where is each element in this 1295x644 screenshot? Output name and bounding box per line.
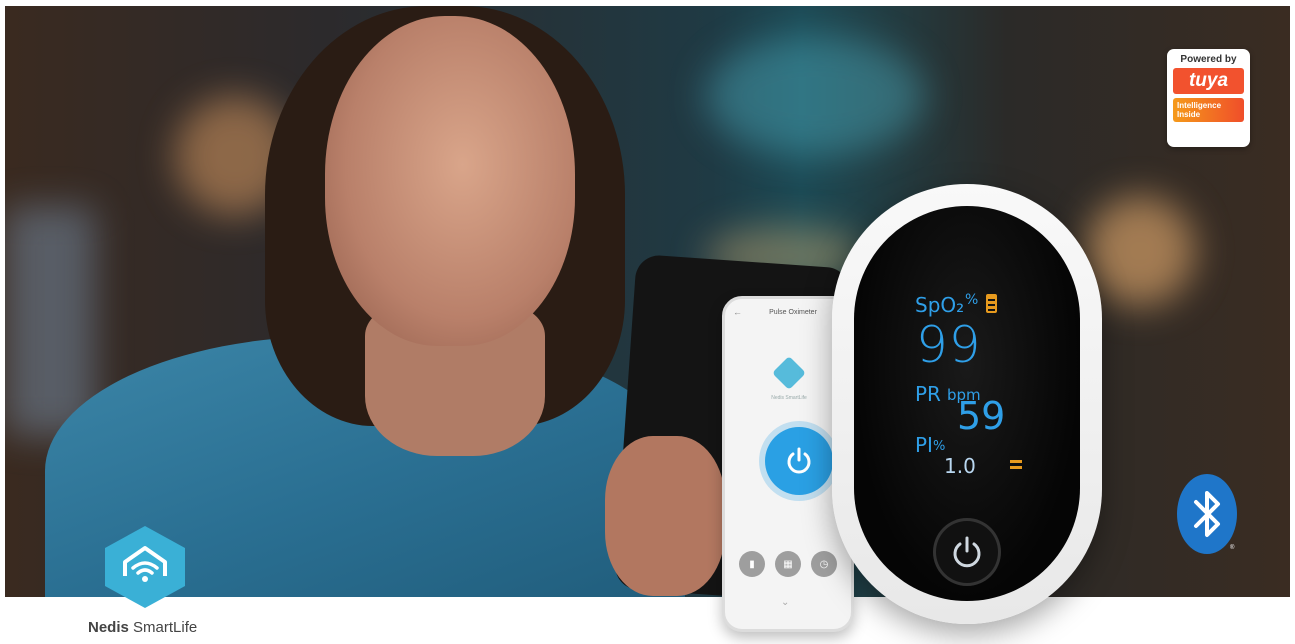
pulse-oximeter-device: SpO₂ % 99 PR bpm 59 PI % 1.0 <box>832 184 1102 624</box>
power-icon <box>787 447 811 474</box>
chevron-down-icon[interactable]: ⌄ <box>781 597 789 608</box>
brand-name-light: SmartLife <box>133 619 198 636</box>
brand-name-bold: Nedis <box>88 619 129 636</box>
smartlife-logo-icon <box>105 526 185 608</box>
app-bottom-nav: ▮ ▦ ◷ <box>739 551 837 577</box>
app-logo-text: Nedis SmartLife <box>771 395 807 401</box>
bluetooth-registered-mark: ® <box>1230 545 1235 551</box>
woman-face <box>325 16 575 346</box>
spo2-value: 99 <box>916 316 982 374</box>
hand <box>605 436 725 596</box>
oximeter-display: SpO₂ % 99 PR bpm 59 PI % 1.0 <box>854 206 1080 601</box>
power-icon <box>953 536 981 568</box>
pi-value: 1.0 <box>944 454 976 478</box>
pi-label: PI <box>915 433 933 457</box>
background-window <box>5 206 95 436</box>
tuya-badge: Powered by tuya Intelligence Inside <box>1167 49 1250 147</box>
app-title: Pulse Oximeter <box>769 308 817 316</box>
tuya-intelligence-inside: Intelligence Inside <box>1173 98 1244 122</box>
pr-value: 59 <box>957 394 1006 438</box>
background-lamp-glow-right <box>1085 196 1195 306</box>
pr-label: PR <box>915 382 941 406</box>
pi-unit: % <box>933 439 946 454</box>
oximeter-power-button[interactable] <box>933 518 1001 586</box>
tuya-bottom-line1: Intelligence <box>1177 101 1222 110</box>
app-power-button[interactable] <box>765 427 833 495</box>
tuya-bottom-line2: Inside <box>1177 110 1201 119</box>
tuya-logo: tuya <box>1173 68 1244 94</box>
spo2-label: SpO₂ <box>915 293 965 317</box>
bluetooth-icon <box>1177 474 1237 554</box>
chart-icon[interactable]: ▮ <box>739 551 765 577</box>
background-bokeh <box>705 36 925 156</box>
smartlife-wordmark: Nedis SmartLife <box>88 619 197 636</box>
smartlife-logo-icon <box>772 356 806 390</box>
back-arrow-icon[interactable]: ← <box>733 307 743 317</box>
spo2-unit: % <box>965 292 979 308</box>
battery-icon <box>986 294 997 313</box>
perfusion-bar-icon <box>1010 460 1022 470</box>
calendar-icon[interactable]: ▦ <box>775 551 801 577</box>
tuya-powered-by: Powered by <box>1180 54 1237 65</box>
bluetooth-rune-icon <box>1194 491 1220 537</box>
clock-icon[interactable]: ◷ <box>811 551 837 577</box>
